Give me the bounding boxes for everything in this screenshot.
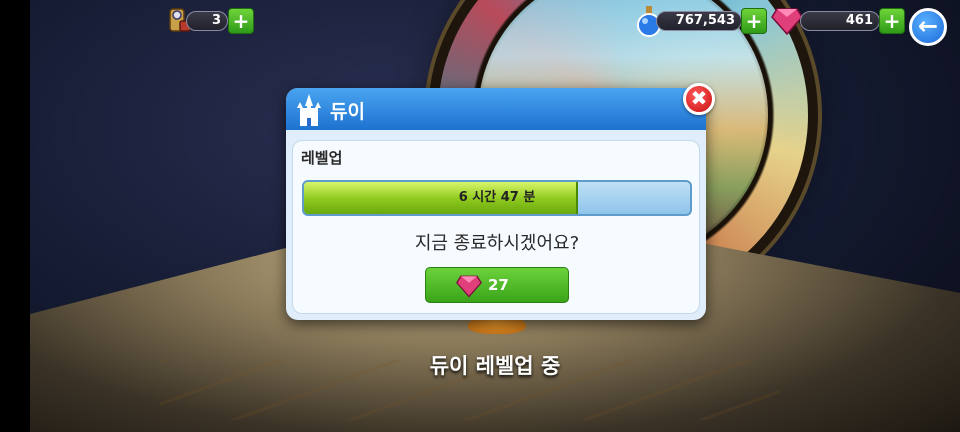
dialog-title: 듀이 xyxy=(330,101,365,123)
keys-counter: 3 xyxy=(186,11,228,31)
level-up-dialog: 듀이 ✖ 레벨업 6 시간 47 분 지금 종료하시겠어요? 27 xyxy=(286,83,715,320)
gem-icon xyxy=(456,275,482,298)
finish-now-button[interactable]: 27 xyxy=(425,267,569,303)
keys-count: 3 xyxy=(211,13,221,28)
add-keys-button[interactable]: + xyxy=(228,8,254,34)
gems-counter: 461 xyxy=(800,11,880,31)
close-icon: ✖ xyxy=(690,86,708,110)
add-gems-button[interactable]: + xyxy=(879,8,905,34)
status-text: 듀이 레벨업 중 xyxy=(429,354,561,378)
level-up-progress-bar: 6 시간 47 분 xyxy=(302,180,692,216)
gem-icon xyxy=(771,8,803,35)
back-arrow-icon: ← xyxy=(917,12,939,40)
gems-count: 461 xyxy=(845,13,873,28)
magic-count: 767,543 xyxy=(675,13,735,28)
time-remaining: 6 시간 47 분 xyxy=(458,190,536,205)
gem-cost: 27 xyxy=(488,276,509,294)
castle-icon xyxy=(297,94,321,126)
back-button[interactable]: ← xyxy=(909,8,947,46)
dialog-body: 레벨업 6 시간 47 분 지금 종료하시겠어요? 27 xyxy=(292,140,700,314)
section-label: 레벨업 xyxy=(301,149,343,167)
close-button[interactable]: ✖ xyxy=(683,83,715,115)
dialog-header: 듀이 xyxy=(286,88,706,130)
confirm-question: 지금 종료하시겠어요? xyxy=(414,233,580,254)
magic-counter: 767,543 xyxy=(656,11,742,31)
add-magic-button[interactable]: + xyxy=(741,8,767,34)
